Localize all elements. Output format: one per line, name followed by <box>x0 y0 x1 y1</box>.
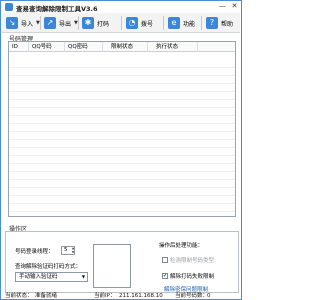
export-icon: ↗ <box>44 17 56 29</box>
table-row <box>9 68 235 76</box>
security-question-link[interactable]: 解除密保问题限制 <box>164 285 208 293</box>
export-label: 导出 <box>59 20 72 28</box>
status-label: 当前状态： <box>5 293 33 299</box>
table-header: ID QQ号码 QQ密码 限制状态 执行状态 <box>9 42 235 52</box>
table-row <box>9 204 235 212</box>
table-row <box>9 180 235 188</box>
app-logo-icon <box>5 3 13 11</box>
table-row <box>9 84 235 92</box>
table-row <box>9 140 235 148</box>
unfreeze-checkbox[interactable]: ✔ 解除打码失败限制 <box>162 272 214 280</box>
table-row <box>9 92 235 100</box>
table-row <box>9 76 235 84</box>
toolbar: ↘ 导入 ▼ ↗ 导出 ▼ ✱ 打码 ◔ 拨号 e 功能 ? 帮助 <box>2 13 240 33</box>
function-label: 功能 <box>183 20 196 28</box>
checkbox-icon[interactable] <box>162 257 168 263</box>
table-row <box>9 164 235 172</box>
table-row <box>9 188 235 196</box>
table-row <box>9 172 235 180</box>
stepper-arrows-icon[interactable]: ▲ ▼ <box>71 246 75 255</box>
ops-panel: 号码登录线程： 5 ▲ ▼ 查询解除验证码打码方式： 手动输入验证码 ▼ 操作后处… <box>5 231 239 293</box>
column-header-qq-password[interactable]: QQ密码 <box>65 42 103 52</box>
app-window: 查易查询解除限制工具V3.6 — ✕ ↘ 导入 ▼ ↗ 导出 ▼ ✱ 打码 ◔ … <box>0 0 242 300</box>
import-button[interactable]: ↘ 导入 ▼ <box>6 16 40 30</box>
detect-type-label: 检测限制号码类型 <box>170 258 215 264</box>
import-label: 导入 <box>21 20 34 28</box>
chevron-down-icon[interactable]: ▼ <box>82 273 85 281</box>
captcha-text-area[interactable] <box>93 244 131 288</box>
account-table[interactable]: ID QQ号码 QQ密码 限制状态 执行状态 <box>8 41 236 217</box>
ip-label: 当前IP： <box>94 293 116 299</box>
star-icon: ✱ <box>82 17 94 29</box>
toolbar-separator <box>201 16 202 30</box>
import-icon: ↘ <box>6 17 18 29</box>
count-value: 0 <box>207 293 211 299</box>
table-row <box>9 100 235 108</box>
table-row <box>9 116 235 124</box>
checkmark-icon[interactable]: ✔ <box>162 273 168 279</box>
login-thread-label: 号码登录线程： <box>15 249 54 255</box>
count-label: 当前号码数： <box>175 293 209 299</box>
toolbar-separator <box>163 16 164 30</box>
export-button[interactable]: ↗ 导出 ▼ <box>44 16 78 30</box>
title-bar: 查易查询解除限制工具V3.6 — ✕ <box>1 1 241 13</box>
help-button[interactable]: ? 帮助 <box>206 16 233 30</box>
help-icon: ? <box>206 17 218 29</box>
help-label: 帮助 <box>221 20 234 28</box>
minimize-button[interactable]: — <box>217 2 228 11</box>
detect-type-checkbox[interactable]: 检测限制号码类型 <box>162 256 214 264</box>
captcha-button[interactable]: ✱ 打码 <box>82 16 109 30</box>
toolbar-separator <box>40 16 41 30</box>
table-row <box>9 132 235 140</box>
close-button[interactable]: ✕ <box>229 2 240 11</box>
status-value: 准备就绪 <box>35 293 58 299</box>
post-process-label: 操作后处理功能： <box>159 243 204 249</box>
ip-value: 211.161.168.10 <box>119 293 163 299</box>
toolbar-separator <box>78 16 79 30</box>
window-title: 查易查询解除限制工具V3.6 <box>16 5 98 13</box>
function-button[interactable]: e 功能 <box>168 16 195 30</box>
table-row <box>9 148 235 156</box>
table-row <box>9 156 235 164</box>
table-row <box>9 60 235 68</box>
toolbar-separator <box>121 16 122 30</box>
column-header-qq-number[interactable]: QQ号码 <box>29 42 65 52</box>
captcha-label: 打码 <box>97 20 110 28</box>
captcha-method-label: 查询解除验证码打码方式： <box>15 264 82 270</box>
dial-label: 拨号 <box>141 20 154 28</box>
dial-button[interactable]: ◔ 拨号 <box>126 16 153 30</box>
table-row <box>9 124 235 132</box>
column-header-execution-status[interactable]: 执行状态 <box>148 42 198 52</box>
table-row <box>9 108 235 116</box>
captcha-method-select[interactable]: 手动输入验证码 ▼ <box>15 272 88 282</box>
captcha-method-value: 手动输入验证码 <box>19 274 58 280</box>
function-icon: e <box>168 17 180 29</box>
column-header-restriction-status[interactable]: 限制状态 <box>103 42 148 52</box>
clock-icon: ◔ <box>126 17 138 29</box>
column-header-id[interactable]: ID <box>9 42 29 52</box>
unfreeze-label: 解除打码失败限制 <box>170 274 215 280</box>
table-row <box>9 196 235 204</box>
status-bar: 当前状态： 准备就绪 当前IP： 211.161.168.10 当前号码数： 0 <box>2 293 240 300</box>
